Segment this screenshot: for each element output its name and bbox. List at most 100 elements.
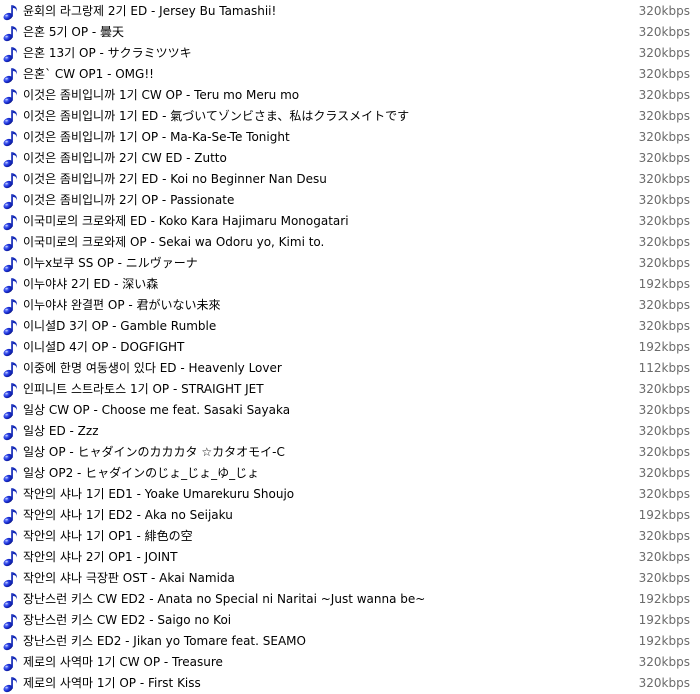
- track-bitrate: 320kbps: [638, 298, 690, 312]
- track-title: 이니셜D 4기 OP - DOGFIGHT: [23, 340, 185, 354]
- music-note-icon: [3, 257, 17, 273]
- track-row[interactable]: 일상 OP - ヒャダインのカカカタ ☆カタオモイ-C 320kbps: [0, 442, 700, 463]
- music-note-icon: [3, 215, 17, 231]
- music-note-icon: [3, 551, 17, 567]
- track-bitrate: 320kbps: [638, 676, 690, 690]
- track-title: 작안의 샤나 1기 OP1 - 緋色の空: [23, 529, 193, 543]
- music-note-icon: [3, 152, 17, 168]
- track-row[interactable]: 윤회의 라그랑제 2기 ED - Jersey Bu Tamashii! 320…: [0, 1, 700, 22]
- track-row[interactable]: 작안의 샤나 2기 OP1 - JOINT 320kbps: [0, 547, 700, 568]
- music-note-icon: [3, 383, 17, 399]
- track-row[interactable]: 이것은 좀비입니까 1기 ED - 氣づいてゾンビさま、私はクラスメイトです 3…: [0, 106, 700, 127]
- track-row[interactable]: 은혼 5기 OP - 曇天 320kbps: [0, 22, 700, 43]
- music-note-icon: [3, 68, 17, 84]
- track-row[interactable]: 작안의 샤나 극장판 OST - Akai Namida 320kbps: [0, 568, 700, 589]
- track-title: 이것은 좀비입니까 2기 OP - Passionate: [23, 193, 235, 207]
- track-title: 윤회의 라그랑제 2기 ED - Jersey Bu Tamashii!: [23, 4, 277, 18]
- track-list: 윤회의 라그랑제 2기 ED - Jersey Bu Tamashii! 320…: [0, 1, 700, 694]
- track-bitrate: 320kbps: [638, 403, 690, 417]
- music-note-icon: [3, 89, 17, 105]
- music-note-icon: [3, 5, 17, 21]
- track-row[interactable]: 작안의 샤나 1기 ED2 - Aka no Seijaku 192kbps: [0, 505, 700, 526]
- track-row[interactable]: 이누야샤 2기 ED - 深い森 192kbps: [0, 274, 700, 295]
- track-bitrate: 320kbps: [638, 571, 690, 585]
- music-note-icon: [3, 635, 17, 651]
- track-title: 이중에 한명 여동생이 있다 ED - Heavenly Lover: [23, 361, 282, 375]
- music-note-icon: [3, 26, 17, 42]
- music-note-icon: [3, 362, 17, 378]
- track-bitrate: 192kbps: [638, 613, 690, 627]
- music-note-icon: [3, 425, 17, 441]
- track-bitrate: 320kbps: [638, 109, 690, 123]
- music-note-icon: [3, 320, 17, 336]
- track-bitrate: 320kbps: [638, 235, 690, 249]
- track-row[interactable]: 이국미로의 크로와제 OP - Sekai wa Odoru yo, Kimi …: [0, 232, 700, 253]
- track-row[interactable]: 일상 OP2 - ヒャダインのじょ_じょ_ゆ_じょ 320kbps: [0, 463, 700, 484]
- track-row[interactable]: 이니셜D 3기 OP - Gamble Rumble 320kbps: [0, 316, 700, 337]
- track-bitrate: 320kbps: [638, 382, 690, 396]
- music-note-icon: [3, 131, 17, 147]
- track-bitrate: 320kbps: [638, 25, 690, 39]
- track-title: 은혼 13기 OP - サクラミツツキ: [23, 46, 192, 60]
- track-row[interactable]: 은혼 13기 OP - サクラミツツキ 320kbps: [0, 43, 700, 64]
- track-row[interactable]: 장난스런 키스 CW ED2 - Saigo no Koi 192kbps: [0, 610, 700, 631]
- track-bitrate: 320kbps: [638, 487, 690, 501]
- track-bitrate: 112kbps: [638, 361, 690, 375]
- track-row[interactable]: 이국미로의 크로와제 ED - Koko Kara Hajimaru Monog…: [0, 211, 700, 232]
- track-title: 일상 ED - Zzz: [23, 424, 99, 438]
- track-title: 은혼 5기 OP - 曇天: [23, 25, 125, 39]
- music-note-icon: [3, 677, 17, 693]
- track-row[interactable]: 제로의 사역마 1기 OP - First Kiss 320kbps: [0, 673, 700, 694]
- music-note-icon: [3, 236, 17, 252]
- track-bitrate: 320kbps: [638, 88, 690, 102]
- track-title: 작안의 샤나 1기 ED1 - Yoake Umarekuru Shoujo: [23, 487, 295, 501]
- track-bitrate: 320kbps: [638, 529, 690, 543]
- track-title: 장난스런 키스 CW ED2 - Saigo no Koi: [23, 613, 232, 627]
- track-row[interactable]: 작안의 샤나 1기 OP1 - 緋色の空 320kbps: [0, 526, 700, 547]
- music-note-icon: [3, 530, 17, 546]
- track-row[interactable]: 이것은 좀비입니까 2기 ED - Koi no Beginner Nan De…: [0, 169, 700, 190]
- track-title: 장난스런 키스 ED2 - Jikan yo Tomare feat. SEAM…: [23, 634, 306, 648]
- track-row[interactable]: 이것은 좀비입니까 2기 OP - Passionate 320kbps: [0, 190, 700, 211]
- music-note-icon: [3, 509, 17, 525]
- track-bitrate: 320kbps: [638, 130, 690, 144]
- track-title: 이니셜D 3기 OP - Gamble Rumble: [23, 319, 217, 333]
- track-title: 제로의 사역마 1기 CW OP - Treasure: [23, 655, 223, 669]
- track-bitrate: 320kbps: [638, 319, 690, 333]
- music-note-icon: [3, 467, 17, 483]
- track-title: 이누야샤 완결편 OP - 君がいない未來: [23, 298, 221, 312]
- track-row[interactable]: 인피니트 스트라토스 1기 OP - STRAIGHT JET 320kbps: [0, 379, 700, 400]
- track-bitrate: 320kbps: [638, 214, 690, 228]
- track-row[interactable]: 일상 ED - Zzz 320kbps: [0, 421, 700, 442]
- track-title: 은혼` CW OP1 - OMG!!: [23, 67, 154, 81]
- track-bitrate: 320kbps: [638, 151, 690, 165]
- track-title: 이것은 좀비입니까 2기 ED - Koi no Beginner Nan De…: [23, 172, 327, 186]
- track-row[interactable]: 장난스런 키스 CW ED2 - Anata no Special ni Nar…: [0, 589, 700, 610]
- track-bitrate: 320kbps: [638, 256, 690, 270]
- track-bitrate: 320kbps: [638, 4, 690, 18]
- track-bitrate: 320kbps: [638, 655, 690, 669]
- track-row[interactable]: 이것은 좀비입니까 1기 OP - Ma-Ka-Se-Te Tonight 32…: [0, 127, 700, 148]
- track-title: 이국미로의 크로와제 OP - Sekai wa Odoru yo, Kimi …: [23, 235, 325, 249]
- track-row[interactable]: 이누x보쿠 SS OP - ニルヴァーナ 320kbps: [0, 253, 700, 274]
- music-note-icon: [3, 299, 17, 315]
- music-note-icon: [3, 110, 17, 126]
- track-row[interactable]: 장난스런 키스 ED2 - Jikan yo Tomare feat. SEAM…: [0, 631, 700, 652]
- track-row[interactable]: 이니셜D 4기 OP - DOGFIGHT 192kbps: [0, 337, 700, 358]
- track-row[interactable]: 이누야샤 완결편 OP - 君がいない未來 320kbps: [0, 295, 700, 316]
- track-bitrate: 192kbps: [638, 592, 690, 606]
- track-row[interactable]: 이것은 좀비입니까 2기 CW ED - Zutto 320kbps: [0, 148, 700, 169]
- track-bitrate: 320kbps: [638, 46, 690, 60]
- track-bitrate: 320kbps: [638, 193, 690, 207]
- track-row[interactable]: 작안의 샤나 1기 ED1 - Yoake Umarekuru Shoujo 3…: [0, 484, 700, 505]
- track-title: 이누야샤 2기 ED - 深い森: [23, 277, 159, 291]
- music-note-icon: [3, 173, 17, 189]
- track-row[interactable]: 일상 CW OP - Choose me feat. Sasaki Sayaka…: [0, 400, 700, 421]
- track-row[interactable]: 이중에 한명 여동생이 있다 ED - Heavenly Lover 112kb…: [0, 358, 700, 379]
- track-row[interactable]: 이것은 좀비입니까 1기 CW OP - Teru mo Meru mo 320…: [0, 85, 700, 106]
- track-bitrate: 320kbps: [638, 67, 690, 81]
- track-title: 이것은 좀비입니까 1기 ED - 氣づいてゾンビさま、私はクラスメイトです: [23, 109, 410, 123]
- track-title: 제로의 사역마 1기 OP - First Kiss: [23, 676, 201, 690]
- track-row[interactable]: 제로의 사역마 1기 CW OP - Treasure 320kbps: [0, 652, 700, 673]
- track-row[interactable]: 은혼` CW OP1 - OMG!! 320kbps: [0, 64, 700, 85]
